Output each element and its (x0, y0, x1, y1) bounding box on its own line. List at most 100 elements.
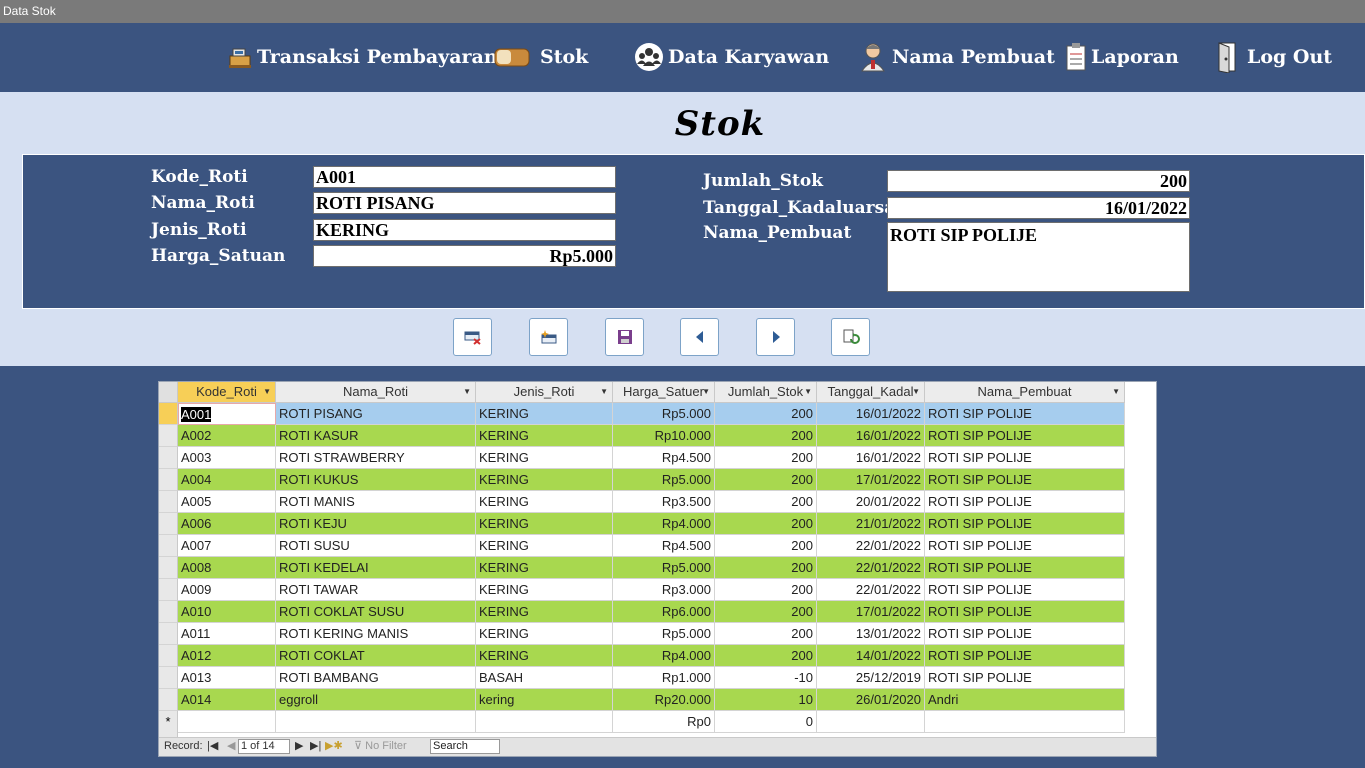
cell-nama-pembuat[interactable]: ROTI SIP POLIJE (925, 447, 1125, 469)
cell-nama-pembuat[interactable]: ROTI SIP POLIJE (925, 667, 1125, 689)
nama-roti-field[interactable]: ROTI PISANG (313, 192, 616, 214)
column-header-kode-roti[interactable]: Kode_Roti ▼ (178, 382, 276, 403)
cell-nama-roti[interactable]: ROTI COKLAT (276, 645, 476, 667)
new-cell-kode-roti[interactable] (178, 711, 276, 733)
kode-roti-field[interactable]: A001 (313, 166, 616, 188)
cell-nama-pembuat[interactable]: ROTI SIP POLIJE (925, 425, 1125, 447)
cell-harga-satuan[interactable]: Rp5.000 (613, 469, 715, 491)
cell-jenis-roti[interactable]: KERING (476, 645, 613, 667)
cell-harga-satuan[interactable]: Rp5.000 (613, 403, 715, 425)
cell-jenis-roti[interactable]: KERING (476, 447, 613, 469)
nav-data-karyawan[interactable]: Data Karyawan (634, 41, 829, 73)
cell-kode-roti[interactable]: A003 (178, 447, 276, 469)
table-row[interactable]: A013 ROTI BAMBANG BASAH Rp1.000 -10 25/12/201… (159, 667, 1125, 689)
cell-nama-pembuat[interactable]: ROTI SIP POLIJE (925, 513, 1125, 535)
nav-laporan[interactable]: Laporan (1065, 41, 1179, 73)
cell-jumlah-stok[interactable]: 200 (715, 513, 817, 535)
new-cell-nama-roti[interactable] (276, 711, 476, 733)
cell-jenis-roti[interactable]: KERING (476, 403, 613, 425)
nav-nama-pembuat[interactable]: Nama Pembuat (858, 41, 1055, 73)
cell-jenis-roti[interactable]: KERING (476, 623, 613, 645)
table-row[interactable]: A008 ROTI KEDELAI KERING Rp5.000 200 22/01/20… (159, 557, 1125, 579)
cell-jumlah-stok[interactable]: 200 (715, 469, 817, 491)
cell-jumlah-stok[interactable]: 200 (715, 557, 817, 579)
table-row[interactable]: A011 ROTI KERING MANIS KERING Rp5.000 200 13/… (159, 623, 1125, 645)
cell-nama-roti[interactable]: ROTI BAMBANG (276, 667, 476, 689)
jumlah-stok-field[interactable]: 200 (887, 170, 1190, 192)
cell-tanggal-kadaluarsa[interactable]: 26/01/2020 (817, 689, 925, 711)
cell-kode-roti[interactable]: A014 (178, 689, 276, 711)
column-header-jumlah-stok[interactable]: Jumlah_Stok ▼ (715, 382, 817, 403)
cell-tanggal-kadaluarsa[interactable]: 17/01/2022 (817, 469, 925, 491)
cell-nama-roti[interactable]: ROTI PISANG (276, 403, 476, 425)
cell-nama-roti[interactable]: ROTI KUKUS (276, 469, 476, 491)
cell-nama-roti[interactable]: ROTI SUSU (276, 535, 476, 557)
column-header-tanggal-kadaluarsa[interactable]: Tanggal_Kadal ▼ (817, 382, 925, 403)
cell-nama-roti[interactable]: ROTI TAWAR (276, 579, 476, 601)
cell-nama-roti[interactable]: ROTI KEJU (276, 513, 476, 535)
cell-harga-satuan[interactable]: Rp5.000 (613, 623, 715, 645)
cell-jumlah-stok[interactable]: 200 (715, 579, 817, 601)
cell-jumlah-stok[interactable]: 200 (715, 601, 817, 623)
previous-record-button[interactable] (680, 318, 719, 356)
cell-harga-satuan[interactable]: Rp4.500 (613, 535, 715, 557)
table-row[interactable]: A010 ROTI COKLAT SUSU KERING Rp6.000 200 17/0… (159, 601, 1125, 623)
nama-pembuat-field[interactable]: ROTI SIP POLIJE (887, 222, 1190, 292)
cell-nama-pembuat[interactable]: ROTI SIP POLIJE (925, 469, 1125, 491)
cell-tanggal-kadaluarsa[interactable]: 20/01/2022 (817, 491, 925, 513)
cell-nama-pembuat[interactable]: ROTI SIP POLIJE (925, 491, 1125, 513)
cell-nama-pembuat[interactable]: ROTI SIP POLIJE (925, 645, 1125, 667)
cell-jumlah-stok[interactable]: 200 (715, 403, 817, 425)
refresh-button[interactable] (831, 318, 870, 356)
new-record-row[interactable]: Rp0 0 (159, 711, 1125, 733)
cell-tanggal-kadaluarsa[interactable]: 16/01/2022 (817, 425, 925, 447)
table-row[interactable]: A014 eggroll kering Rp20.000 10 26/01/2020 And… (159, 689, 1125, 711)
cell-tanggal-kadaluarsa[interactable]: 13/01/2022 (817, 623, 925, 645)
cell-kode-roti[interactable]: A009 (178, 579, 276, 601)
cell-nama-pembuat[interactable]: ROTI SIP POLIJE (925, 403, 1125, 425)
cell-jumlah-stok[interactable]: 200 (715, 645, 817, 667)
new-record-button[interactable] (529, 318, 568, 356)
harga-satuan-field[interactable]: Rp5.000 (313, 245, 616, 267)
new-cell-jenis-roti[interactable] (476, 711, 613, 733)
next-record-icon[interactable]: ▶ (295, 740, 303, 753)
cell-jenis-roti[interactable]: KERING (476, 579, 613, 601)
cell-jumlah-stok[interactable]: -10 (715, 667, 817, 689)
cell-harga-satuan[interactable]: Rp4.000 (613, 513, 715, 535)
cell-tanggal-kadaluarsa[interactable]: 22/01/2022 (817, 579, 925, 601)
cell-harga-satuan[interactable]: Rp5.000 (613, 557, 715, 579)
cell-nama-roti[interactable]: ROTI COKLAT SUSU (276, 601, 476, 623)
search-input[interactable]: Search (430, 739, 500, 754)
cell-tanggal-kadaluarsa[interactable]: 16/01/2022 (817, 403, 925, 425)
cell-jumlah-stok[interactable]: 200 (715, 447, 817, 469)
new-blank-record-icon[interactable]: ▶✱ (325, 740, 343, 753)
cell-harga-satuan[interactable]: Rp10.000 (613, 425, 715, 447)
cell-nama-pembuat[interactable]: ROTI SIP POLIJE (925, 535, 1125, 557)
cell-tanggal-kadaluarsa[interactable]: 25/12/2019 (817, 667, 925, 689)
cell-tanggal-kadaluarsa[interactable]: 16/01/2022 (817, 447, 925, 469)
cell-jenis-roti[interactable]: KERING (476, 513, 613, 535)
cell-jenis-roti[interactable]: KERING (476, 491, 613, 513)
cell-jenis-roti[interactable]: KERING (476, 535, 613, 557)
nav-transaksi-pembayaran[interactable]: Transaksi Pembayaran (227, 41, 498, 73)
cell-nama-roti[interactable]: ROTI KERING MANIS (276, 623, 476, 645)
cell-kode-roti[interactable]: A008 (178, 557, 276, 579)
table-row[interactable]: A006 ROTI KEJU KERING Rp4.000 200 21/01/2022 R… (159, 513, 1125, 535)
table-row[interactable]: A007 ROTI SUSU KERING Rp4.500 200 22/01/2022 R… (159, 535, 1125, 557)
cell-harga-satuan[interactable]: Rp20.000 (613, 689, 715, 711)
record-position-field[interactable]: 1 of 14 (238, 739, 290, 754)
cell-jenis-roti[interactable]: kering (476, 689, 613, 711)
table-row[interactable]: A009 ROTI TAWAR KERING Rp3.000 200 22/01/2022… (159, 579, 1125, 601)
jenis-roti-field[interactable]: KERING (313, 219, 616, 241)
cell-kode-roti[interactable]: A010 (178, 601, 276, 623)
cell-jenis-roti[interactable]: KERING (476, 557, 613, 579)
cell-nama-pembuat[interactable]: ROTI SIP POLIJE (925, 579, 1125, 601)
new-cell-harga-satuan[interactable]: Rp0 (613, 711, 715, 733)
first-record-icon[interactable]: |◀ (207, 740, 218, 753)
cell-jumlah-stok[interactable]: 200 (715, 491, 817, 513)
cell-harga-satuan[interactable]: Rp4.500 (613, 447, 715, 469)
cell-kode-roti[interactable]: A004 (178, 469, 276, 491)
column-header-nama-roti[interactable]: Nama_Roti ▼ (276, 382, 476, 403)
cell-nama-roti[interactable]: ROTI STRAWBERRY (276, 447, 476, 469)
cell-jumlah-stok[interactable]: 200 (715, 623, 817, 645)
